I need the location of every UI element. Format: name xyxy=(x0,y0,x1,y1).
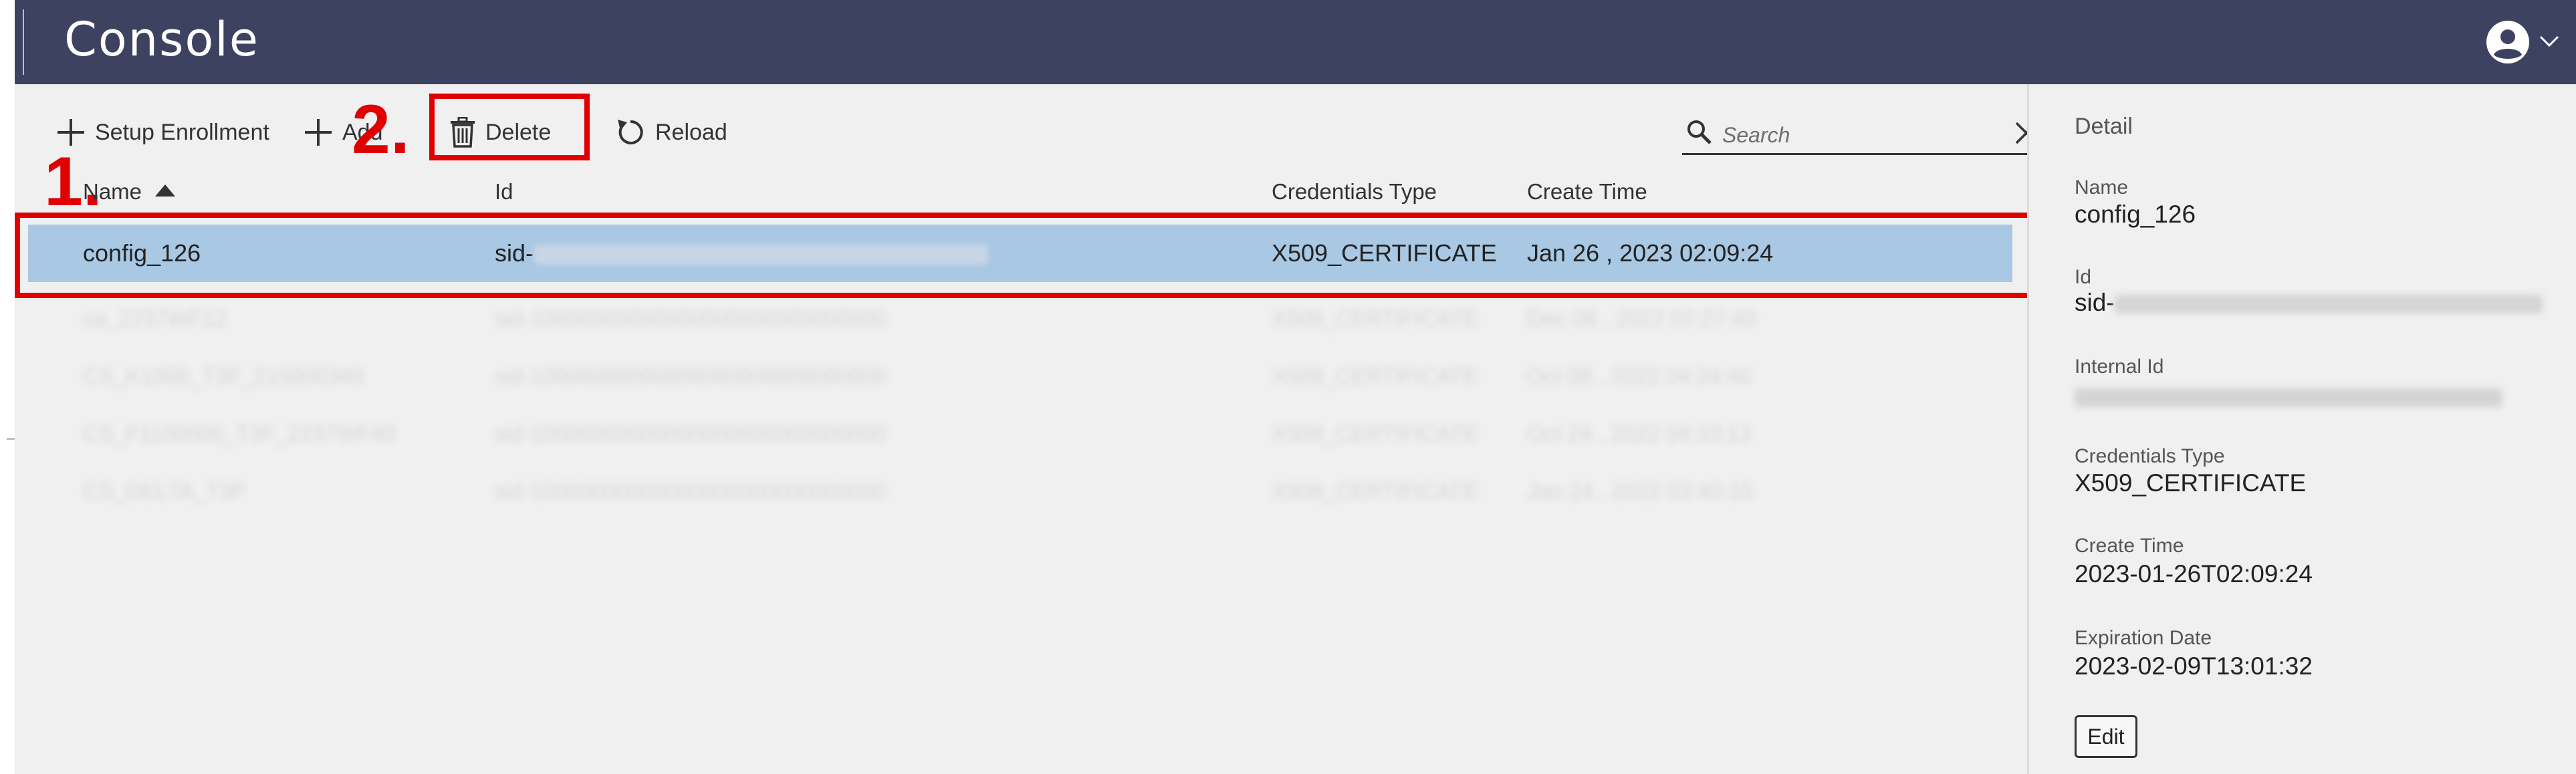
detail-credentials-type-label: Credentials Type xyxy=(2075,445,2225,467)
column-header-create-time[interactable]: Create Time xyxy=(1527,175,1647,209)
detail-title: Detail xyxy=(2075,114,2133,139)
cell-id: sid-10000000000000000000000000000 xyxy=(495,306,887,331)
cell-id: sid-10000000000000000000000000000 xyxy=(495,364,887,388)
top-bar: Console xyxy=(15,0,2576,84)
redacted-detail-id xyxy=(2114,295,2543,314)
cell-name: config_126 xyxy=(83,239,201,267)
cell-create-time: Jan 24 , 2022 03:40:15 xyxy=(1527,479,1753,503)
cell-credentials-type: X509_CERTIFICATE xyxy=(1272,364,1478,388)
delete-annotation-box xyxy=(429,94,590,160)
detail-internal-id-label: Internal Id xyxy=(2075,356,2164,378)
cell-create-time: Oct 08 , 2022 04:24:40 xyxy=(1527,364,1752,388)
search-icon xyxy=(1687,120,1712,144)
topbar-divider xyxy=(23,9,24,75)
detail-name-label: Name xyxy=(2075,176,2129,199)
cell-name: CS_F1100000_T3F_2237WF40 xyxy=(83,421,396,446)
table-row[interactable]: CS_DELTA_T3F sid-10000000000000000000000… xyxy=(28,463,2012,520)
column-header-name-label: Name xyxy=(83,179,142,204)
detail-create-time-label: Create Time xyxy=(2075,535,2184,557)
cell-credentials-type: X509_CERTIFICATE xyxy=(1272,239,1497,267)
redacted-id xyxy=(534,245,989,265)
detail-expiration-date-label: Expiration Date xyxy=(2075,627,2212,649)
cell-name: CS_DELTA_T3F xyxy=(83,479,245,503)
detail-name-value: config_126 xyxy=(2075,201,2196,228)
edge-tick xyxy=(7,438,15,440)
edit-button[interactable]: Edit xyxy=(2075,715,2137,758)
reload-icon xyxy=(618,120,643,144)
reload-label: Reload xyxy=(655,119,727,145)
search-input[interactable] xyxy=(1722,120,1990,150)
detail-credentials-type-value: X509_CERTIFICATE xyxy=(2075,469,2307,497)
console-app: Console Setup Enrollment Add Delete Relo… xyxy=(15,0,2576,774)
column-header-id[interactable]: Id xyxy=(495,175,513,209)
redacted-internal-id xyxy=(2075,388,2502,408)
cell-id: sid- xyxy=(495,225,989,282)
column-header-credentials-type[interactable]: Credentials Type xyxy=(1272,175,1437,209)
user-circle-icon[interactable] xyxy=(2486,20,2530,64)
detail-expiration-date-value: 2023-02-09T13:01:32 xyxy=(2075,652,2313,680)
cell-id: sid-10000000000000000000000000000 xyxy=(495,421,887,446)
detail-create-time-value: 2023-01-26T02:09:24 xyxy=(2075,560,2313,588)
app-title: Console xyxy=(64,12,259,67)
cell-create-time: Jan 26 , 2023 02:09:24 xyxy=(1527,239,1774,267)
sort-ascending-icon xyxy=(155,184,176,197)
cell-credentials-type: X509_CERTIFICATE xyxy=(1272,479,1478,503)
left-edge-strip xyxy=(0,0,15,774)
table-row[interactable]: config_126 sid- X509_CERTIFICATE Jan 26 … xyxy=(28,225,2012,282)
cell-id-prefix: sid- xyxy=(495,239,534,267)
table-row[interactable]: CS_K1000_T3F_215000345 sid-1000000000000… xyxy=(28,348,2012,405)
cell-name: CS_K1000_T3F_215000345 xyxy=(83,364,364,388)
detail-id-label: Id xyxy=(2075,266,2092,288)
chevron-down-icon[interactable] xyxy=(2538,32,2561,49)
table-row[interactable]: ca_2237WF12 sid-100000000000000000000000… xyxy=(28,290,2012,348)
search-box[interactable] xyxy=(1682,112,2039,155)
cell-credentials-type: X509_CERTIFICATE xyxy=(1272,306,1478,331)
cell-name: ca_2237WF12 xyxy=(83,306,227,331)
cell-id: sid-10000000000000000000000000000 xyxy=(495,479,887,503)
column-header-name[interactable]: Name xyxy=(83,175,176,209)
detail-id-prefix: sid- xyxy=(2075,289,2115,316)
detail-internal-id-value xyxy=(2075,382,2502,410)
reload-button[interactable]: Reload xyxy=(615,111,727,154)
cell-create-time: Dec 08 , 2022 07:27:40 xyxy=(1527,306,1757,331)
step-2-annotation: 2. xyxy=(352,91,410,168)
table-row[interactable]: CS_F1100000_T3F_2237WF40 sid-10000000000… xyxy=(28,405,2012,463)
detail-panel: Detail Name config_126 Id sid- Internal … xyxy=(2027,84,2576,774)
cell-create-time: Oct 24 , 2022 04:33:13 xyxy=(1527,421,1752,446)
cell-credentials-type: X509_CERTIFICATE xyxy=(1272,421,1478,446)
setup-enrollment-label: Setup Enrollment xyxy=(95,119,269,145)
plus-icon xyxy=(305,119,332,146)
main-panel: Setup Enrollment Add Delete Reload 2. 1.… xyxy=(15,84,2039,774)
detail-id-value: sid- xyxy=(2075,289,2543,317)
